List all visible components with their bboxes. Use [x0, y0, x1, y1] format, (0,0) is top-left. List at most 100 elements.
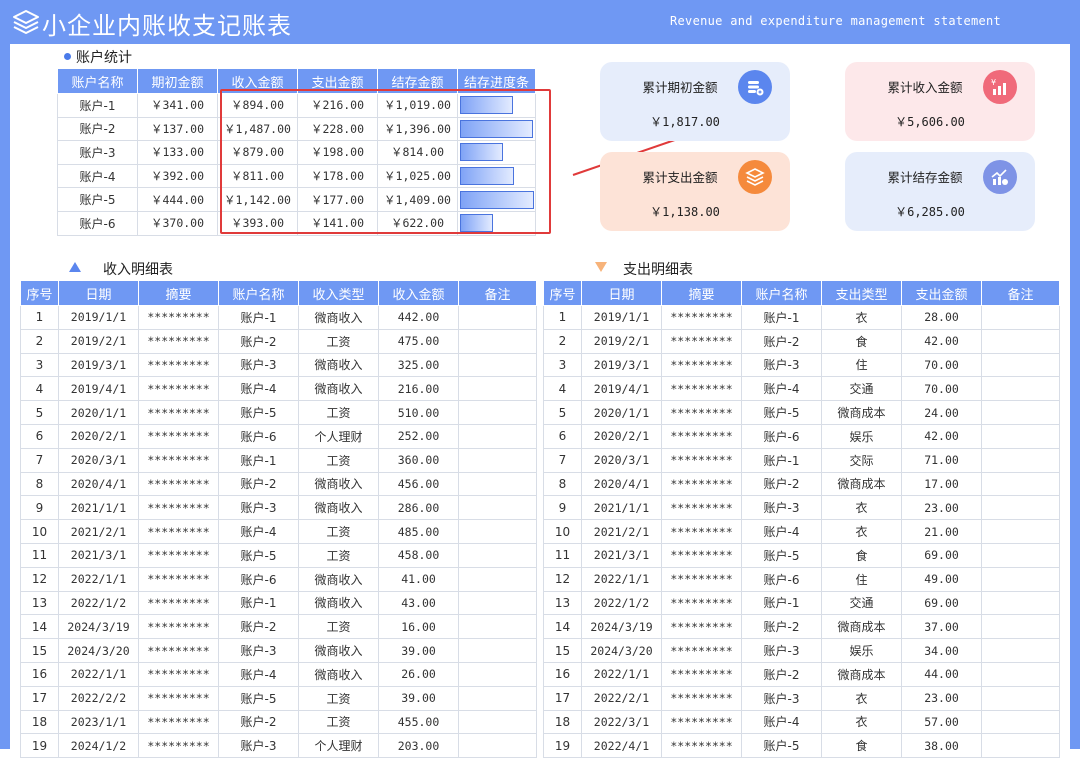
expense-cell[interactable]: 70.00 — [901, 376, 982, 402]
expense-cell[interactable]: 9 — [543, 495, 582, 521]
expense-cell[interactable]: 账户-1 — [741, 447, 822, 473]
income-cell[interactable] — [458, 566, 537, 592]
cell-name[interactable]: 账户-1 — [57, 93, 138, 118]
expense-cell[interactable]: 34.00 — [901, 638, 982, 663]
income-cell[interactable]: 2023/1/1 — [58, 709, 139, 735]
cell-opening[interactable]: ￥444.00 — [137, 187, 218, 212]
expense-cell[interactable]: 账户-2 — [741, 328, 822, 354]
expense-cell[interactable]: 账户-2 — [741, 661, 822, 687]
expense-cell[interactable]: 食 — [821, 542, 902, 568]
expense-cell[interactable]: 账户-1 — [741, 590, 822, 616]
income-cell[interactable] — [458, 352, 537, 378]
expense-cell[interactable]: 食 — [821, 328, 902, 354]
income-cell[interactable]: 360.00 — [378, 447, 459, 473]
income-cell[interactable]: 11 — [20, 542, 59, 568]
expense-col-header[interactable]: 备注 — [981, 280, 1060, 306]
income-cell[interactable]: 账户-5 — [218, 400, 299, 425]
income-cell[interactable]: 2019/4/1 — [58, 376, 139, 402]
expense-cell[interactable]: 账户-5 — [741, 733, 822, 758]
income-cell[interactable]: 微商收入 — [298, 661, 379, 687]
expense-cell[interactable]: 13 — [543, 590, 582, 616]
expense-cell[interactable]: 衣 — [821, 519, 902, 544]
income-cell[interactable]: ********* — [138, 400, 219, 425]
income-cell[interactable]: 14 — [20, 614, 59, 640]
expense-cell[interactable]: 账户-6 — [741, 423, 822, 449]
expense-cell[interactable]: ********* — [661, 542, 742, 568]
income-cell[interactable]: ********* — [138, 685, 219, 711]
expense-cell[interactable]: 19 — [543, 733, 582, 758]
expense-cell[interactable]: 微商成本 — [821, 661, 902, 687]
expense-cell[interactable] — [981, 685, 1060, 711]
income-col-header[interactable]: 备注 — [458, 280, 537, 306]
income-cell[interactable]: 16 — [20, 661, 59, 687]
income-cell[interactable]: 9 — [20, 495, 59, 521]
expense-cell[interactable]: ********* — [661, 519, 742, 544]
income-cell[interactable]: 485.00 — [378, 519, 459, 544]
expense-col-header[interactable]: 账户名称 — [741, 280, 822, 306]
income-cell[interactable]: 2022/1/2 — [58, 590, 139, 616]
expense-cell[interactable]: 57.00 — [901, 709, 982, 735]
expense-cell[interactable]: 2021/2/1 — [581, 519, 662, 544]
income-cell[interactable] — [458, 400, 537, 425]
expense-cell[interactable]: 37.00 — [901, 614, 982, 640]
expense-cell[interactable]: 账户-4 — [741, 709, 822, 735]
cell-opening[interactable]: ￥341.00 — [137, 93, 218, 118]
income-cell[interactable]: 510.00 — [378, 400, 459, 425]
income-cell[interactable]: 16.00 — [378, 614, 459, 640]
income-cell[interactable]: 账户-1 — [218, 447, 299, 473]
expense-cell[interactable]: 42.00 — [901, 423, 982, 449]
income-cell[interactable]: 252.00 — [378, 423, 459, 449]
income-cell[interactable]: ********* — [138, 423, 219, 449]
income-cell[interactable] — [458, 447, 537, 473]
income-cell[interactable] — [458, 495, 537, 521]
expense-cell[interactable]: 账户-2 — [741, 471, 822, 497]
income-cell[interactable]: 工资 — [298, 685, 379, 711]
income-cell[interactable]: 个人理财 — [298, 733, 379, 758]
expense-cell[interactable]: 住 — [821, 352, 902, 378]
expense-cell[interactable]: 账户-5 — [741, 400, 822, 425]
income-cell[interactable]: 工资 — [298, 447, 379, 473]
income-cell[interactable]: 455.00 — [378, 709, 459, 735]
income-cell[interactable] — [458, 305, 537, 330]
expense-cell[interactable]: 娱乐 — [821, 638, 902, 663]
expense-cell[interactable]: 2022/1/1 — [581, 566, 662, 592]
income-cell[interactable]: 6 — [20, 423, 59, 449]
expense-cell[interactable]: ********* — [661, 709, 742, 735]
income-cell[interactable] — [458, 519, 537, 544]
income-cell[interactable]: 2024/3/20 — [58, 638, 139, 663]
cell-name[interactable]: 账户-3 — [57, 140, 138, 165]
income-cell[interactable]: 2020/4/1 — [58, 471, 139, 497]
expense-cell[interactable]: 42.00 — [901, 328, 982, 354]
expense-cell[interactable]: 账户-1 — [741, 305, 822, 330]
expense-col-header[interactable]: 日期 — [581, 280, 662, 306]
expense-cell[interactable]: 交际 — [821, 447, 902, 473]
expense-cell[interactable] — [981, 352, 1060, 378]
expense-cell[interactable]: 12 — [543, 566, 582, 592]
income-cell[interactable]: 账户-5 — [218, 685, 299, 711]
income-cell[interactable]: ********* — [138, 614, 219, 640]
income-cell[interactable]: 2021/3/1 — [58, 542, 139, 568]
expense-cell[interactable]: 交通 — [821, 376, 902, 402]
expense-cell[interactable]: 衣 — [821, 709, 902, 735]
expense-cell[interactable] — [981, 305, 1060, 330]
income-cell[interactable]: 账户-6 — [218, 423, 299, 449]
income-cell[interactable]: 2020/2/1 — [58, 423, 139, 449]
income-cell[interactable]: 43.00 — [378, 590, 459, 616]
expense-cell[interactable]: 4 — [543, 376, 582, 402]
expense-col-header[interactable]: 支出类型 — [821, 280, 902, 306]
expense-cell[interactable] — [981, 447, 1060, 473]
expense-cell[interactable] — [981, 661, 1060, 687]
income-cell[interactable] — [458, 590, 537, 616]
income-cell[interactable]: 2019/3/1 — [58, 352, 139, 378]
expense-cell[interactable]: 账户-2 — [741, 614, 822, 640]
income-col-header[interactable]: 收入类型 — [298, 280, 379, 306]
cell-opening[interactable]: ￥133.00 — [137, 140, 218, 165]
expense-cell[interactable]: 账户-3 — [741, 685, 822, 711]
expense-cell[interactable]: 2019/1/1 — [581, 305, 662, 330]
income-cell[interactable]: 286.00 — [378, 495, 459, 521]
income-cell[interactable]: 26.00 — [378, 661, 459, 687]
cell-opening[interactable]: ￥137.00 — [137, 116, 218, 142]
income-cell[interactable] — [458, 328, 537, 354]
income-cell[interactable]: 微商收入 — [298, 495, 379, 521]
income-cell[interactable]: 账户-4 — [218, 376, 299, 402]
